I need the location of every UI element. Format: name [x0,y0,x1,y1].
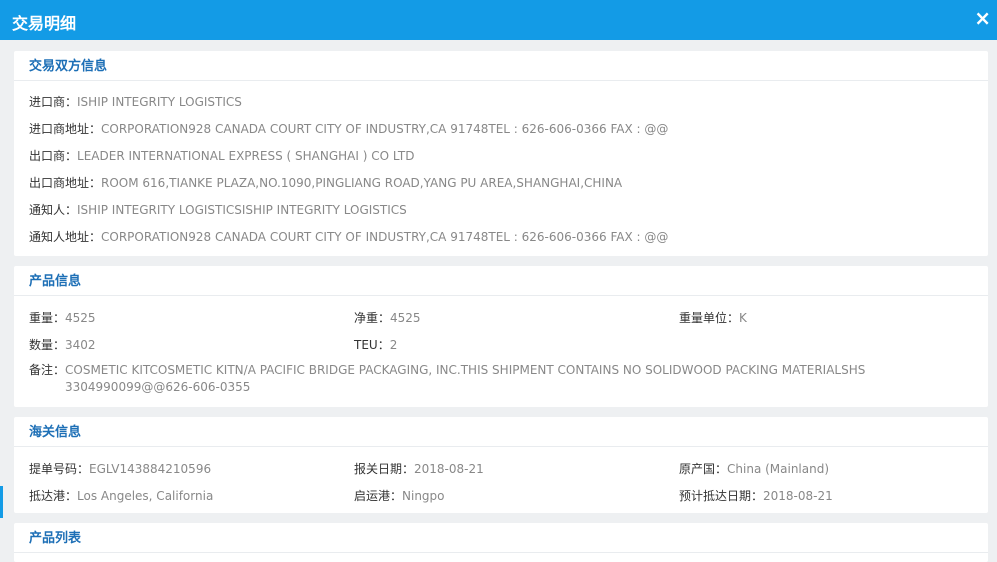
dialog-header: 交易明细 × [0,0,997,40]
departure-port-field: 启运港：Ningpo [354,487,445,504]
exporter-address-value: ROOM 616,TIANKE PLAZA,NO.1090,PINGLIANG … [101,176,623,190]
exporter-row: 出口商：LEADER INTERNATIONAL EXPRESS ( SHANG… [29,147,414,164]
net-weight-label: 净重： [354,311,391,325]
arrival-port-label: 抵达港： [29,489,78,503]
transaction-detail-dialog: 交易明细 × 交易双方信息 进口商：ISHIP INTEGRITY LOGIST… [0,0,997,562]
quantity-field: 数量：3402 [29,336,96,353]
customs-info-section: 海关信息 提单号码：EGLV143884210596 报关日期：2018-08-… [14,417,988,513]
weight-unit-label: 重量单位： [679,311,740,325]
teu-value: 2 [389,338,398,352]
importer-label: 进口商： [29,95,78,109]
quantity-label: 数量： [29,338,66,352]
importer-address-row: 进口商地址：CORPORATION928 CANADA COURT CITY O… [29,120,668,137]
eta-label: 预计抵达日期： [679,489,764,503]
customs-info-section-title: 海关信息 [14,417,988,447]
exporter-value: LEADER INTERNATIONAL EXPRESS ( SHANGHAI … [77,149,415,163]
notify-party-address-value: CORPORATION928 CANADA COURT CITY OF INDU… [101,230,669,244]
bill-number-field: 提单号码：EGLV143884210596 [29,460,211,477]
importer-address-value: CORPORATION928 CANADA COURT CITY OF INDU… [101,122,669,136]
departure-port-label: 启运港： [354,489,403,503]
remark-value: COSMETIC KITCOSMETIC KITN/A PACIFIC BRID… [65,363,866,394]
eta-field: 预计抵达日期：2018-08-21 [679,487,833,504]
declaration-date-value: 2018-08-21 [414,462,484,476]
eta-value: 2018-08-21 [763,489,833,503]
teu-label: TEU： [354,338,390,352]
close-icon[interactable]: × [974,8,991,28]
notify-party-label: 通知人： [29,203,78,217]
remark-field: 备注： COSMETIC KITCOSMETIC KITN/A PACIFIC … [29,362,889,396]
parties-section-title: 交易双方信息 [14,51,988,81]
product-list-section-title: 产品列表 [14,523,988,553]
dialog-title: 交易明细 [12,14,77,33]
scroll-indicator [0,486,3,518]
product-list-section: 产品列表 [14,523,988,562]
parties-section: 交易双方信息 进口商：ISHIP INTEGRITY LOGISTICS 进口商… [14,51,988,256]
importer-row: 进口商：ISHIP INTEGRITY LOGISTICS [29,93,242,110]
origin-country-label: 原产国： [679,462,728,476]
net-weight-value: 4525 [390,311,421,325]
origin-country-field: 原产国：China (Mainland) [679,460,829,477]
quantity-value: 3402 [65,338,96,352]
origin-country-value: China (Mainland) [727,462,830,476]
teu-field: TEU：2 [354,336,397,353]
bill-number-label: 提单号码： [29,462,90,476]
notify-party-address-label: 通知人地址： [29,230,102,244]
gross-weight-value: 4525 [65,311,96,325]
weight-unit-value: K [739,311,747,325]
importer-address-label: 进口商地址： [29,122,102,136]
departure-port-value: Ningpo [402,489,445,503]
importer-value: ISHIP INTEGRITY LOGISTICS [77,95,242,109]
product-info-section-title: 产品信息 [14,266,988,296]
bill-number-value: EGLV143884210596 [89,462,212,476]
notify-party-row: 通知人：ISHIP INTEGRITY LOGISTICSISHIP INTEG… [29,201,407,218]
exporter-label: 出口商： [29,149,78,163]
net-weight-field: 净重：4525 [354,309,421,326]
gross-weight-label: 重量： [29,311,66,325]
product-info-section: 产品信息 重量：4525 净重：4525 重量单位：K 数量：3402 TEU：… [14,266,988,407]
exporter-address-row: 出口商地址：ROOM 616,TIANKE PLAZA,NO.1090,PING… [29,174,622,191]
remark-label: 备注： [29,363,66,377]
arrival-port-field: 抵达港：Los Angeles, California [29,487,213,504]
declaration-date-label: 报关日期： [354,462,415,476]
weight-unit-field: 重量单位：K [679,309,747,326]
gross-weight-field: 重量：4525 [29,309,96,326]
notify-party-value: ISHIP INTEGRITY LOGISTICSISHIP INTEGRITY… [77,203,407,217]
exporter-address-label: 出口商地址： [29,176,102,190]
declaration-date-field: 报关日期：2018-08-21 [354,460,484,477]
notify-party-address-row: 通知人地址：CORPORATION928 CANADA COURT CITY O… [29,228,668,245]
arrival-port-value: Los Angeles, California [77,489,214,503]
